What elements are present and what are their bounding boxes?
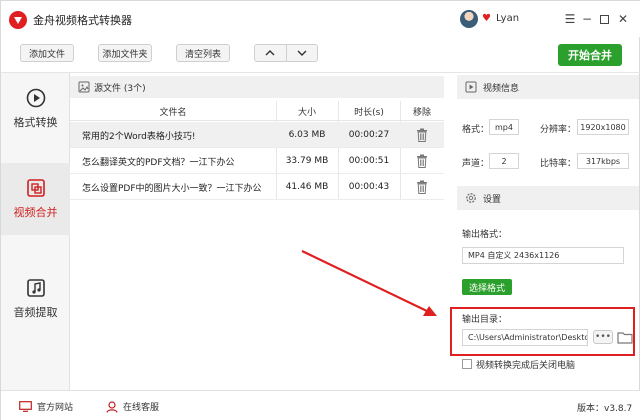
output-dir-label: 输出目录： [462,315,508,325]
website-label: 官方网站 [37,403,74,413]
video-info-header: 视频信息 [457,75,639,99]
channels-label: 声道： [462,159,490,169]
sidebar: 格式转换 视频合并 音频提取 [1,73,70,390]
output-dir-input[interactable]: C:\Users\Administrator\Deskto [462,329,588,346]
file-size: 33.79 MB [285,156,329,166]
file-icon [78,81,90,93]
monitor-icon [19,401,32,412]
reorder-buttons [254,44,318,62]
merge-icon [26,179,45,197]
menu-icon[interactable]: ☰ [562,11,578,27]
file-duration: 00:00:27 [348,130,390,140]
trash-icon[interactable] [400,174,444,200]
move-down-icon[interactable] [285,45,318,61]
trash-icon[interactable] [400,148,444,174]
channels-value: 2 [489,153,519,169]
shutdown-checkbox[interactable] [462,359,472,369]
file-name: 怎么翻译英文的PDF文档？一江下办公 [82,157,235,168]
file-size: 41.46 MB [285,182,329,192]
minimize-icon[interactable]: − [579,11,595,27]
sidebar-item-label: 视频合并 [13,206,58,219]
app-window: 金舟视频格式转换器 ♥ Lyan ☰ − ✕ 添加文件 添加文件夹 清空列表 开… [0,0,640,420]
file-list-header: 源文件 (3个) [70,76,444,98]
file-name: 怎么设置PDF中的图片大小一致？一江下办公 [82,183,262,194]
user-avatar[interactable] [460,10,478,28]
shutdown-label[interactable]: 视频转换完成后关闭电脑 [476,358,575,371]
file-list: 源文件 (3个) 文件名 大小 时长(s) 移除 常用的2个Word表格小技巧!… [70,73,444,390]
file-duration: 00:00:43 [348,182,390,192]
table-row[interactable]: 怎么翻译英文的PDF文档？一江下办公 33.79 MB 00:00:51 [70,148,444,174]
choose-format-button[interactable]: 选择格式 [462,279,512,295]
browse-button[interactable]: ••• [593,330,613,344]
play-circle-icon [26,88,45,108]
support-label: 在线客服 [123,403,160,413]
video-info-icon [465,81,477,93]
file-duration: 00:00:51 [348,156,390,166]
heart-icon: ♥ [482,13,491,24]
sidebar-item-label: 格式转换 [13,116,58,129]
add-file-button[interactable]: 添加文件 [20,44,74,62]
version-label: 版本：v3.8.7 [577,404,633,414]
start-merge-button[interactable]: 开始合并 [558,44,622,66]
bitrate-label: 比特率： [540,159,577,169]
support-icon [106,400,118,413]
close-icon[interactable]: ✕ [615,11,631,27]
bitrate-value: 317kbps [577,153,629,169]
gear-icon [466,193,476,203]
output-format-field[interactable]: MP4 自定义 2436x1126 [462,247,624,264]
app-logo-icon [9,11,27,29]
column-header-remove: 移除 [412,107,431,118]
online-support-link[interactable]: 在线客服 [106,400,159,413]
column-header-duration[interactable]: 时长(s) [338,101,400,121]
sidebar-item-label: 音频提取 [13,306,58,319]
footer: 官方网站 在线客服 版本：v3.8.7 [1,390,640,420]
column-header-name[interactable]: 文件名 [70,101,276,121]
add-folder-button[interactable]: 添加文件夹 [98,44,152,62]
move-up-icon[interactable] [255,45,286,61]
video-info-title: 视频信息 [483,83,520,94]
maximize-icon[interactable] [596,11,612,27]
folder-icon[interactable] [617,330,633,344]
table-row[interactable]: 怎么设置PDF中的图片大小一致？一江下办公 41.46 MB 00:00:43 [70,174,444,200]
settings-title: 设置 [483,194,502,205]
table-row[interactable]: 常用的2个Word表格小技巧! 6.03 MB 00:00:27 [70,122,444,148]
music-note-icon [26,279,45,297]
resolution-label: 分辨率： [540,125,577,135]
output-format-label: 输出格式： [462,230,508,240]
title-bar: 金舟视频格式转换器 ♥ Lyan ☰ − ✕ [1,1,640,37]
sidebar-item-audio-extract[interactable]: 音频提取 [1,263,70,335]
format-label: 格式： [462,125,490,135]
file-name: 常用的2个Word表格小技巧! [82,131,196,142]
trash-icon[interactable] [400,122,444,148]
clear-list-button[interactable]: 清空列表 [176,44,230,62]
settings-header: 设置 [457,186,639,210]
sidebar-item-format-convert[interactable]: 格式转换 [1,73,70,145]
resolution-value: 1920x1080 [577,119,629,135]
user-name[interactable]: Lyan [496,13,519,24]
official-website-link[interactable]: 官方网站 [19,400,73,413]
file-size: 6.03 MB [288,130,326,140]
format-value: mp4 [489,119,519,135]
app-title: 金舟视频格式转换器 [33,14,132,27]
file-list-title: 源文件 (3个) [94,83,146,94]
sidebar-item-video-merge[interactable]: 视频合并 [1,163,70,235]
toolbar: 添加文件 添加文件夹 清空列表 [1,37,640,73]
column-header-size[interactable]: 大小 [276,101,338,121]
